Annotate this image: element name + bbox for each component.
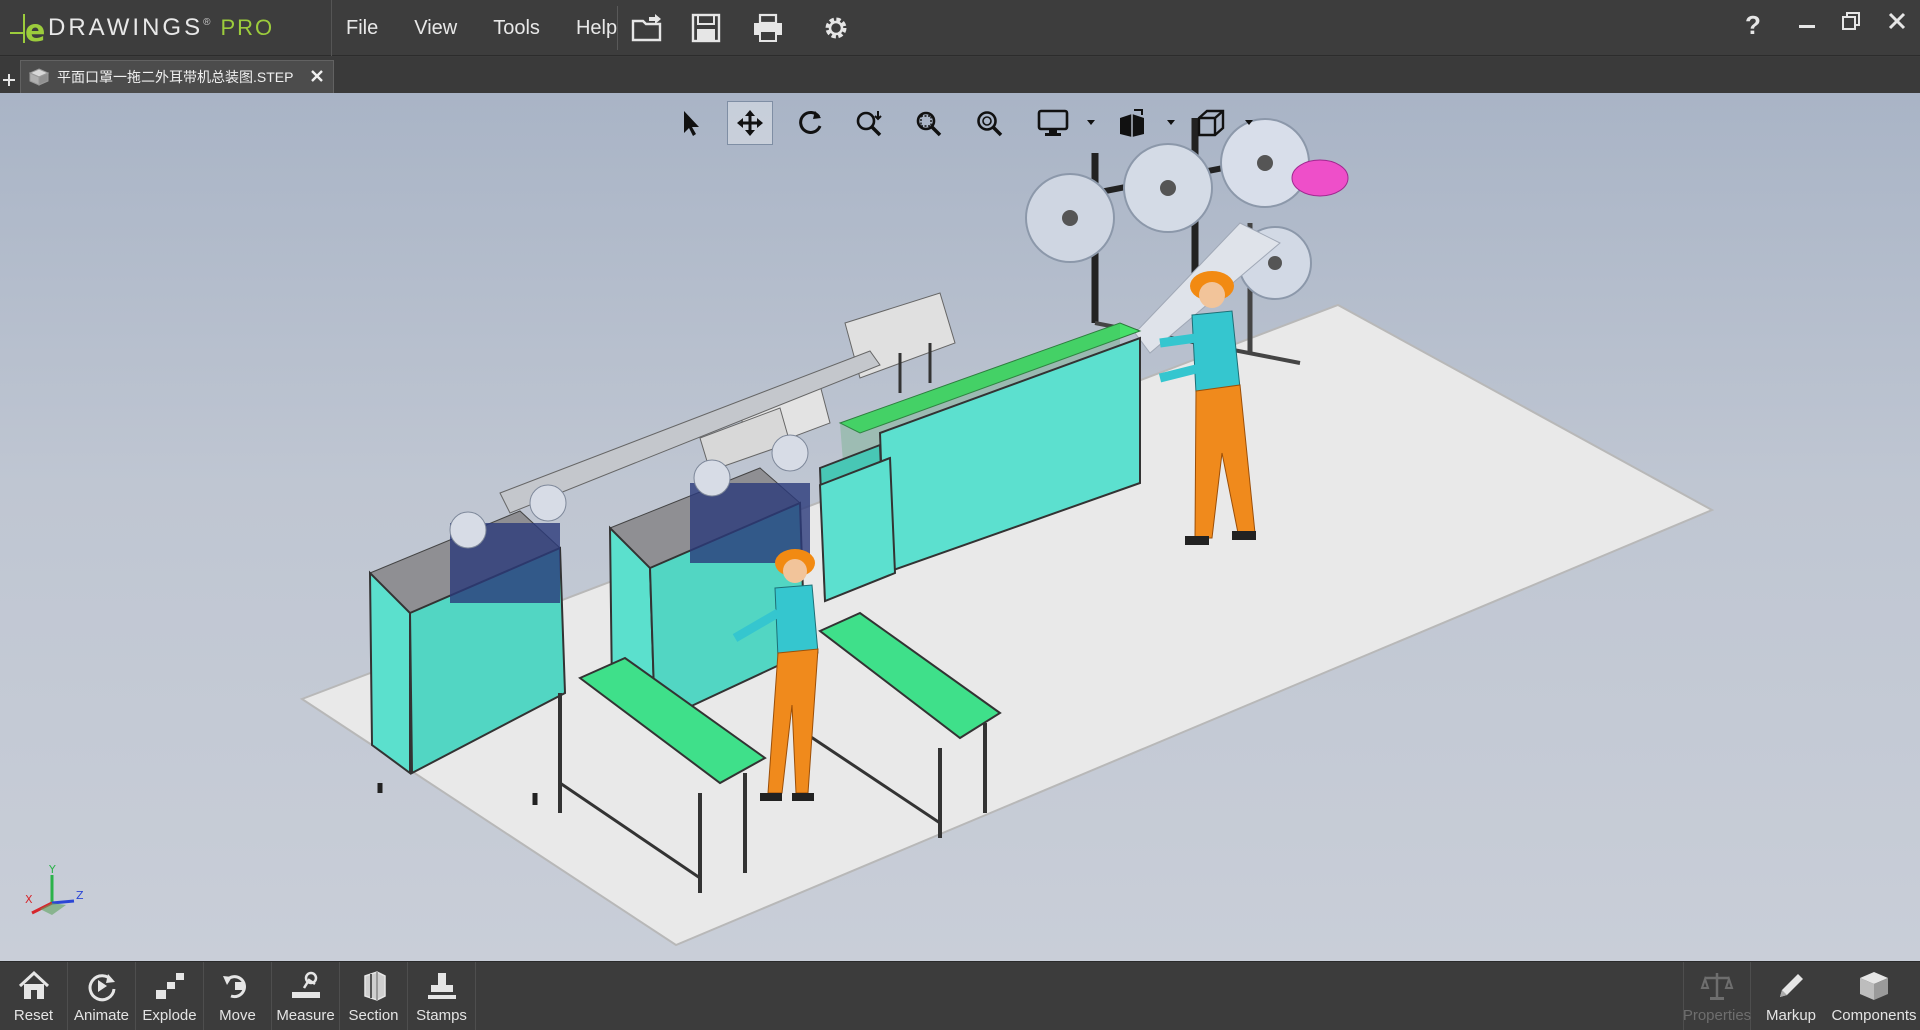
zoom-to-fit-icon	[856, 111, 882, 137]
graphics-viewport[interactable]: Y X Z	[0, 93, 1920, 961]
title-bar: e DRAWINGS ® PRO File View Tools Help ?	[0, 0, 1920, 56]
move-button[interactable]: Move	[204, 962, 272, 1030]
explode-label: Explode	[142, 1007, 197, 1024]
help-icon: ?	[1745, 9, 1761, 40]
move-label: Move	[219, 1007, 256, 1024]
axis-y-label: Y	[48, 863, 56, 876]
brand-edition: PRO	[220, 15, 275, 40]
rotate-tool[interactable]	[787, 101, 833, 145]
pan-tool[interactable]	[727, 101, 773, 145]
zoom-to-area-icon	[916, 111, 942, 137]
stamps-icon	[427, 973, 456, 999]
measure-icon	[291, 971, 320, 998]
stamps-label: Stamps	[416, 1007, 467, 1024]
select-tool[interactable]	[668, 101, 714, 145]
print-icon	[754, 13, 782, 42]
menu-file[interactable]: File	[332, 17, 400, 40]
settings-button[interactable]	[814, 8, 858, 48]
pan-arrows-icon	[737, 110, 763, 136]
properties-label: Properties	[1682, 1007, 1752, 1024]
gear-icon	[825, 17, 847, 39]
components-label: Components	[1831, 1007, 1917, 1024]
reset-button[interactable]: Reset	[0, 962, 68, 1030]
minimize-button[interactable]	[1788, 4, 1826, 38]
markup-label: Markup	[1765, 1007, 1817, 1024]
menu-view[interactable]: View	[400, 17, 479, 40]
registered-mark-icon: ®	[203, 16, 211, 28]
zoom-to-fit-tool[interactable]	[846, 101, 892, 145]
restore-button[interactable]	[1832, 4, 1870, 38]
animate-button[interactable]: Animate	[68, 962, 136, 1030]
section-button[interactable]: Section	[340, 962, 408, 1030]
cube-icon	[1197, 109, 1225, 137]
save-button[interactable]	[684, 8, 728, 48]
open-button[interactable]	[626, 8, 670, 48]
print-button[interactable]	[746, 8, 790, 48]
zoom-tool[interactable]	[966, 101, 1012, 145]
view-orientation-dropdown-icon[interactable]	[1166, 119, 1176, 127]
view-orientation-icon	[1120, 109, 1144, 137]
measure-button[interactable]: Measure	[272, 962, 340, 1030]
standard-views-tool[interactable]	[1188, 101, 1234, 145]
new-tab-plus-icon[interactable]	[1, 72, 17, 88]
menu-tools[interactable]: Tools	[479, 17, 562, 40]
axis-z-label: Z	[76, 889, 84, 902]
rotate-icon	[799, 110, 822, 134]
display-style-tool[interactable]	[1030, 101, 1076, 145]
markup-button[interactable]: Markup	[1757, 962, 1825, 1030]
zoom-icon	[977, 111, 1003, 137]
close-icon	[1888, 12, 1906, 30]
standard-views-dropdown-icon[interactable]	[1244, 119, 1254, 127]
save-icon	[691, 13, 721, 43]
svg-text:e: e	[25, 14, 44, 45]
balance-scale-icon	[1700, 973, 1734, 1000]
pencil-icon	[1780, 974, 1803, 997]
document-tab-title: 平面口罩一拖二外耳带机总装图.STEP	[57, 69, 294, 85]
view-orientation-tool[interactable]	[1109, 101, 1155, 145]
section-icon	[363, 971, 386, 1001]
menu-bar: File View Tools Help	[332, 0, 639, 56]
coordinate-triad-icon: Y X Z	[25, 863, 84, 915]
axis-x-label: X	[25, 893, 33, 906]
properties-button[interactable]: Properties	[1683, 962, 1751, 1030]
components-button[interactable]: Components	[1830, 962, 1918, 1030]
assembly-model[interactable]	[0, 93, 1920, 961]
app-logo: e DRAWINGS ® PRO	[0, 0, 332, 56]
zoom-to-area-tool[interactable]	[905, 101, 951, 145]
reset-label: Reset	[13, 1007, 54, 1024]
stamps-button[interactable]: Stamps	[408, 962, 476, 1030]
part-icon	[29, 68, 49, 86]
measure-label: Measure	[276, 1007, 335, 1024]
restore-icon	[1842, 12, 1860, 30]
minimize-icon	[1799, 25, 1815, 28]
display-style-dropdown-icon[interactable]	[1086, 119, 1096, 127]
brand-name: DRAWINGS	[48, 14, 204, 41]
home-icon	[18, 970, 49, 999]
edrawings-logo-icon: e	[10, 14, 44, 45]
help-button[interactable]: ?	[1734, 8, 1772, 42]
move-icon	[222, 975, 246, 999]
animate-label: Animate	[73, 1007, 130, 1024]
cursor-arrow-icon	[684, 111, 699, 136]
explode-icon	[155, 973, 184, 999]
monitor-icon	[1037, 109, 1069, 136]
close-tab-icon[interactable]	[309, 68, 325, 84]
bottom-toolbar: Reset Animate Explode Move Measure Secti…	[0, 961, 1920, 1030]
animate-icon	[88, 974, 115, 1002]
section-label: Section	[348, 1007, 399, 1024]
open-icon	[631, 14, 662, 42]
components-icon	[1860, 972, 1888, 1000]
explode-button[interactable]: Explode	[136, 962, 204, 1030]
close-window-button[interactable]	[1878, 4, 1916, 38]
menu-divider	[617, 6, 618, 50]
document-tab[interactable]: 平面口罩一拖二外耳带机总装图.STEP	[20, 60, 334, 93]
